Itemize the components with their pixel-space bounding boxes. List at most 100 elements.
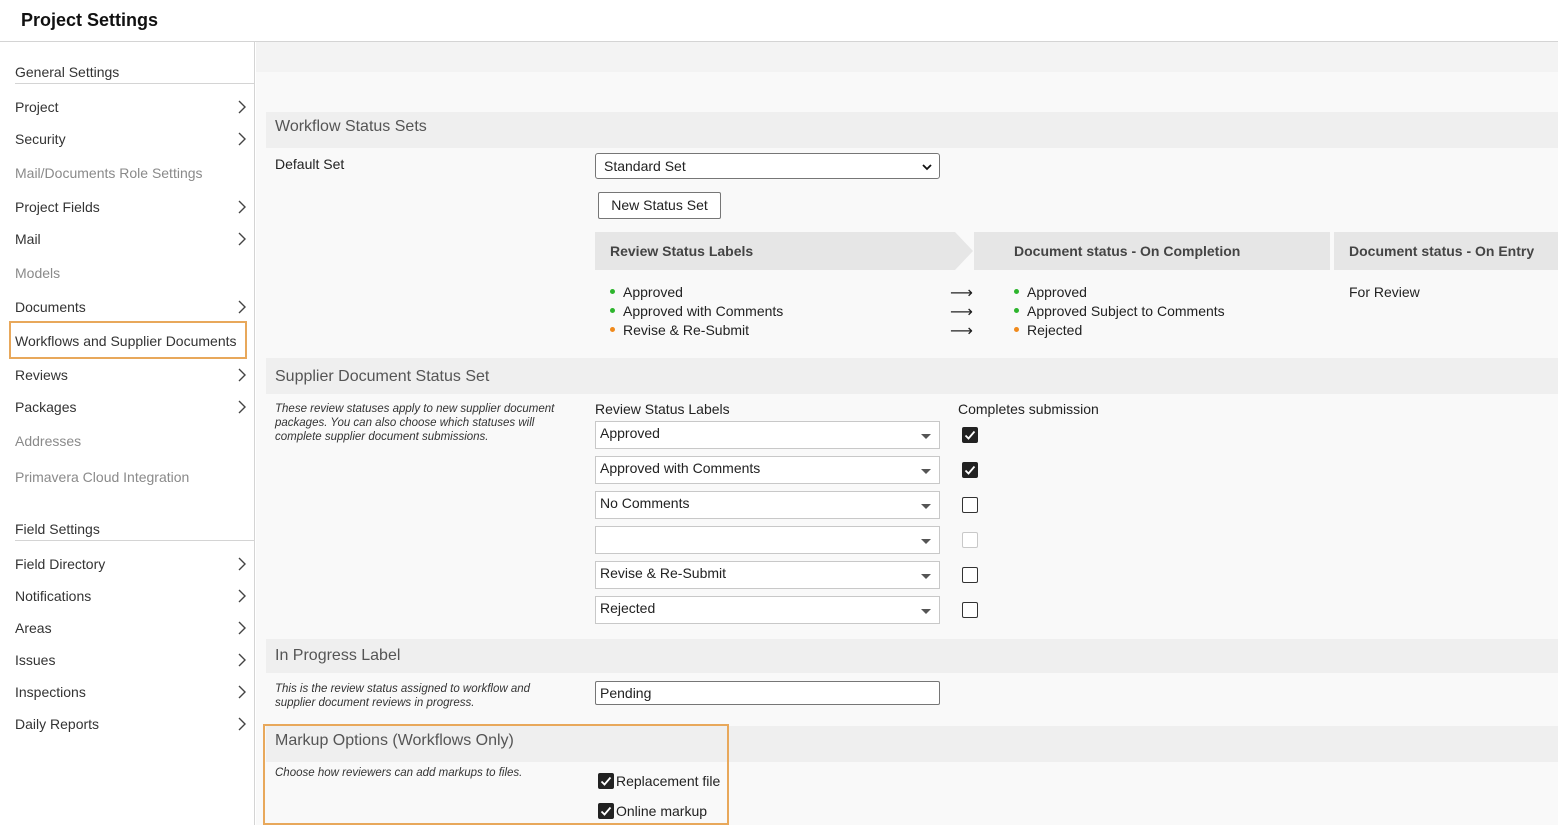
sidebar-item-label: Mail/Documents Role Settings: [15, 165, 203, 181]
chevron-right-icon: [237, 300, 247, 314]
status-dot-icon: [610, 307, 615, 313]
sidebar-item-field-directory[interactable]: Field Directory: [15, 556, 247, 572]
sidebar-item-security[interactable]: Security: [15, 131, 247, 147]
status-label: Rejected: [1027, 322, 1083, 338]
supplier-status-value: Approved: [600, 425, 660, 441]
sidebar-item-areas[interactable]: Areas: [15, 620, 247, 636]
col-header-on-completion: Document status - On Completion: [974, 232, 1330, 270]
sidebar-item-project[interactable]: Project: [15, 99, 247, 115]
status-label: Approved Subject to Comments: [1027, 303, 1225, 319]
page-title: Project Settings: [21, 10, 159, 30]
caret-down-icon: [921, 574, 931, 579]
caret-down-icon: [921, 539, 931, 544]
in-progress-title: In Progress Label: [275, 647, 401, 664]
supplier-status-select[interactable]: Approved: [595, 421, 940, 449]
chevron-down-icon: [921, 160, 933, 176]
supplier-status-select[interactable]: No Comments: [595, 491, 940, 519]
sidebar-item-models[interactable]: Models: [15, 265, 247, 281]
review-status-approved: Approved: [610, 284, 683, 300]
in-progress-band: [266, 639, 1558, 673]
chevron-right-icon: [237, 685, 247, 699]
status-dot-icon: [610, 326, 615, 332]
col-header-on-entry: Document status - On Entry: [1334, 232, 1558, 270]
header-chevron-shape: [953, 232, 973, 270]
sidebar-item-label: Project Fields: [15, 199, 100, 215]
default-set-value: Standard Set: [604, 158, 686, 174]
sidebar-item-project-fields[interactable]: Project Fields: [15, 199, 247, 215]
sidebar-item-mail-documents-role-settings[interactable]: Mail/Documents Role Settings: [15, 165, 247, 181]
sidebar-item-notifications[interactable]: Notifications: [15, 588, 247, 604]
right-arrow-icon: ⟶: [950, 323, 973, 340]
completes-submission-checkbox[interactable]: [962, 602, 978, 618]
sidebar-item-inspections[interactable]: Inspections: [15, 684, 247, 700]
sidebar-item-daily-reports[interactable]: Daily Reports: [15, 716, 247, 732]
supplier-status-select[interactable]: Approved with Comments: [595, 456, 940, 484]
chevron-right-icon: [237, 232, 247, 246]
default-set-select[interactable]: Standard Set: [595, 153, 940, 179]
sidebar-item-label: Reviews: [15, 367, 68, 383]
sidebar-item-label: Models: [15, 265, 61, 281]
supplier-col-completes: Completes submission: [958, 401, 1099, 417]
supplier-status-value: Rejected: [600, 600, 656, 616]
on-entry-status: For Review: [1349, 284, 1420, 300]
sidebar-item-issues[interactable]: Issues: [15, 652, 247, 668]
in-progress-note: This is the review status assigned to wo…: [275, 683, 531, 709]
sidebar-item-label: Project: [15, 99, 59, 115]
sidebar-item-packages[interactable]: Packages: [15, 399, 247, 415]
chevron-right-icon: [237, 717, 247, 731]
caret-down-icon: [921, 434, 931, 439]
supplier-status-select[interactable]: [595, 526, 940, 554]
sidebar-item-label: Documents: [15, 299, 86, 315]
sidebar-item-label: Primavera Cloud Integration: [15, 469, 190, 485]
sidebar-item-label: Packages: [15, 399, 77, 415]
chevron-right-icon: [237, 557, 247, 571]
review-status-approved-with-comments: Approved with Comments: [610, 303, 783, 319]
sidebar-item-label: Field Directory: [15, 556, 106, 572]
default-set-label: Default Set: [275, 156, 345, 172]
status-label: Approved with Comments: [623, 303, 784, 319]
completion-status-approved-subject-to-comments: Approved Subject to Comments: [1014, 303, 1225, 319]
completes-submission-checkbox[interactable]: [962, 497, 978, 513]
supplier-status-value: Approved with Comments: [600, 460, 761, 476]
status-dot-icon: [1014, 307, 1019, 313]
sidebar: General Settings Project Security Mail/Doc…: [0, 42, 255, 825]
sidebar-item-addresses[interactable]: Addresses: [15, 433, 247, 449]
chevron-right-icon: [237, 621, 247, 635]
sidebar-item-mail[interactable]: Mail: [15, 231, 247, 247]
chevron-right-icon: [237, 653, 247, 667]
sidebar-item-reviews[interactable]: Reviews: [15, 367, 247, 383]
status-label: Revise & Re-Submit: [623, 322, 750, 338]
top-bar: Project Settings: [0, 0, 1558, 42]
completes-submission-checkbox[interactable]: [962, 462, 978, 478]
supplier-status-set-note: These review statuses apply to new suppl…: [275, 403, 555, 443]
review-status-revise-re-submit: Revise & Re-Submit: [610, 322, 749, 338]
right-arrow-icon: ⟶: [950, 304, 973, 321]
completes-submission-checkbox[interactable]: [962, 567, 978, 583]
completes-submission-checkbox: [962, 532, 978, 548]
sidebar-item-label: Security: [15, 131, 66, 147]
sidebar-item-label: Issues: [15, 652, 56, 668]
in-progress-input[interactable]: Pending: [595, 681, 940, 705]
new-status-set-button[interactable]: New Status Set: [598, 192, 721, 219]
supplier-status-select[interactable]: Revise & Re-Submit: [595, 561, 940, 589]
sidebar-item-label: Daily Reports: [15, 716, 100, 732]
sidebar-item-documents[interactable]: Documents: [15, 299, 247, 315]
main-content: Workflow Status Sets Default Set Standar…: [256, 42, 1558, 825]
workflow-status-sets-title: Workflow Status Sets: [275, 118, 427, 135]
sidebar-heading-general: General Settings: [15, 64, 255, 84]
col-header-review-labels: Review Status Labels: [595, 232, 953, 270]
selected-item-highlight: [9, 321, 247, 359]
chevron-right-icon: [237, 589, 247, 603]
supplier-col-review-labels: Review Status Labels: [595, 401, 730, 417]
chevron-right-icon: [237, 368, 247, 382]
supplier-status-set-title: Supplier Document Status Set: [275, 368, 490, 385]
sidebar-item-primavera-cloud-integration[interactable]: Primavera Cloud Integration: [15, 469, 247, 485]
status-dot-icon: [610, 288, 615, 294]
supplier-status-select[interactable]: Rejected: [595, 596, 940, 624]
caret-down-icon: [921, 504, 931, 509]
chevron-right-icon: [237, 132, 247, 146]
sidebar-item-label: Notifications: [15, 588, 92, 604]
workflow-status-sets-band: [266, 112, 1558, 148]
completes-submission-checkbox[interactable]: [962, 427, 978, 443]
chevron-right-icon: [237, 200, 247, 214]
